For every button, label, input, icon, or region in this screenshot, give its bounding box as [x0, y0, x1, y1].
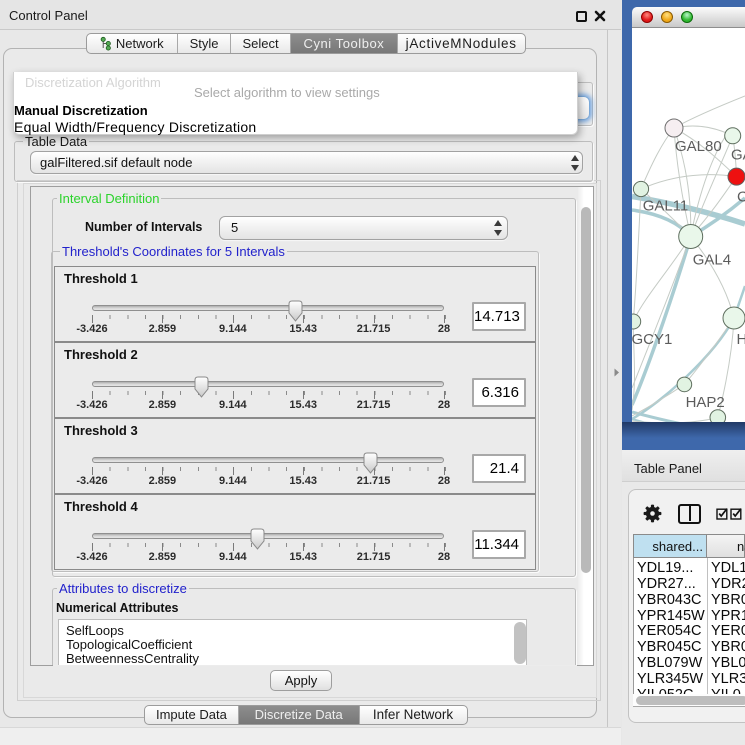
- svg-text:C: C: [737, 189, 745, 206]
- svg-text:HAP2: HAP2: [686, 394, 725, 411]
- svg-text:GA: GA: [731, 147, 745, 164]
- svg-text:H: H: [737, 331, 745, 348]
- svg-text:GAL11: GAL11: [643, 198, 689, 215]
- svg-text:GAL80: GAL80: [675, 138, 722, 155]
- svg-text:GCY1: GCY1: [632, 331, 672, 348]
- svg-text:GAL4: GAL4: [693, 252, 731, 269]
